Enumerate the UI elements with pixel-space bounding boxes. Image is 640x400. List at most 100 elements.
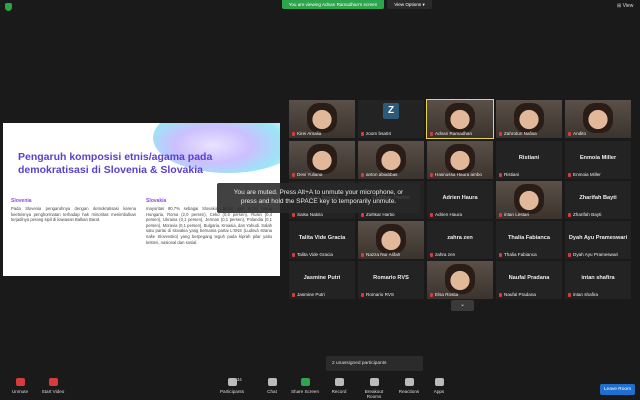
participant-tile[interactable]: zahra zen zahra zen [427,221,493,259]
microphone-muted-icon [292,213,295,217]
participant-name-label: zoom bsa04 [361,131,391,136]
participant-name-label: Elsa Rosita [430,292,458,297]
participant-name-label: Jasmine Putri [292,292,325,297]
microphone-muted-icon [361,293,364,297]
participant-name: Zharifah Bayti [573,212,602,217]
participant-name: Talita Vide Gracia [297,252,333,257]
participant-tile[interactable]: Nazza Nur Alifah [358,221,424,259]
participant-tile[interactable]: Hasnussa Haura ambo [427,141,493,179]
participant-display-name: Adrien Haura [442,195,478,201]
video-off-icon [48,378,58,386]
microphone-muted-icon [499,293,502,297]
participant-name-label: Dyah Ayu Prameswari [568,252,618,257]
breakout-rooms-button[interactable]: Breakout Rooms [357,378,391,399]
participant-name: Naufal Pradana [504,292,536,297]
participant-tile[interactable]: Talita Vide Gracia Talita Vide Gracia [289,221,355,259]
view-button[interactable]: ⊞ View [617,3,633,9]
participant-display-name: Naufal Pradana [508,275,550,281]
participant-tile[interactable]: Jasmine Putri Jasmine Putri [289,261,355,299]
participant-name-label: Ristiani [499,172,519,177]
slide-title: Pengaruh komposisi etnis/agama pada demo… [18,151,213,176]
participant-tile[interactable]: Adnan Ramadhan [426,99,494,139]
participant-tile[interactable]: Thalia Fabianca Thalia Fabianca [496,221,562,259]
microphone-muted-icon [499,132,502,136]
participant-tile[interactable]: Zzoom bsa04 [358,100,424,138]
start-video-button[interactable]: Start Video [36,378,70,394]
slovakia-heading: Slovakia [146,198,167,204]
muted-notification: You are muted. Press Alt+A to unmute you… [217,183,420,213]
participant-tile[interactable]: anton abiabbas [358,141,424,179]
microphone-muted-icon [361,132,364,136]
microphone-muted-icon [430,173,433,177]
participant-name-label: zahra zen [430,252,455,257]
participant-tile[interactable]: Kirei Amalia [289,100,355,138]
microphone-muted-icon [361,253,364,257]
participant-tile[interactable]: Romario RVS Romario RVS [358,261,424,299]
participant-display-name: zahra zen [447,235,473,241]
participant-display-name: Zharifah Bayti [579,195,617,201]
unmute-button[interactable]: Unmute [3,378,37,394]
participant-name: zoom bsa04 [366,131,392,136]
participant-name: Adnan Ramadhan [435,131,473,136]
participant-display-name: Ristiani [518,155,540,161]
participant-tile[interactable]: Enmoia Miller Enmoia Miller [565,141,631,179]
participant-tile[interactable]: Elsa Rosita [427,261,493,299]
participant-tile[interactable]: Adrien Haura Adrien Haura [427,181,493,219]
participant-name: anton abiabbas [366,172,398,177]
microphone-muted-icon [292,173,295,177]
participant-name-label: Devi Yuliana [292,172,322,177]
microphone-muted-icon [430,293,433,297]
participant-name-label: Zahrotun Nafisa [499,131,537,136]
participant-display-name: intan shafira [581,275,615,281]
microphone-muted-icon [361,173,364,177]
participant-name: intan shafira [573,292,599,297]
microphone-muted-icon [499,173,502,177]
participant-name-label: Romario RVS [361,292,394,297]
participant-tile[interactable]: Naufal Pradana Naufal Pradana [496,261,562,299]
participant-name: Kirei Amalia [297,131,322,136]
record-icon [334,378,344,386]
participant-face [445,144,475,174]
participant-tile[interactable]: Zahrotun Nafisa [496,100,562,138]
participant-face [307,144,337,174]
unassigned-participants[interactable]: 2 unassigned participants [326,356,423,371]
microphone-muted-icon [15,378,25,386]
record-button[interactable]: Record [322,378,356,394]
participant-face [583,103,613,133]
next-page-button[interactable]: ⌄ [451,300,474,311]
share-screen-button[interactable]: Share Screen [288,378,322,394]
microphone-muted-icon [499,253,502,257]
top-bar: You are viewing Adnan Ramadhan's screen … [0,0,640,13]
slovenia-heading: Slovenia [11,198,32,204]
participants-button[interactable]: 34 Participants [215,377,249,394]
breakout-rooms-icon [369,378,379,386]
participant-tile[interactable]: intan Lestari [496,181,562,219]
apps-button[interactable]: Apps [422,378,456,394]
chat-button[interactable]: Chat [255,378,289,394]
participant-tile[interactable]: Andito [565,100,631,138]
participant-tile[interactable]: intan shafira intan shafira [565,261,631,299]
microphone-muted-icon [430,253,433,257]
shield-icon[interactable] [5,3,12,11]
leave-room-button[interactable]: Leave Room [600,384,635,395]
participant-display-name: Romario RVS [373,275,409,281]
microphone-muted-icon [568,293,571,297]
participant-display-name: Dyah Ayu Prameswari [568,235,628,241]
reactions-button[interactable]: Reactions [392,378,426,394]
participant-name: zahra zen [435,252,456,257]
participant-tile[interactable]: Zharifah Bayti Zharifah Bayti [565,181,631,219]
avatar: Z [383,103,399,119]
participant-name-label: Kirei Amalia [292,131,321,136]
participant-display-name: Talita Vide Gracia [298,235,346,241]
participant-tile[interactable]: Dyah Ayu Prameswari Dyah Ayu Prameswari [565,221,631,259]
microphone-muted-icon [361,213,364,217]
bottom-toolbar: Unmute Start Video 34 Participants Chat S… [0,376,640,400]
microphone-muted-icon [568,213,571,217]
view-options-button[interactable]: View Options ▾ [387,0,432,9]
participant-name: Romario RVS [366,292,394,297]
microphone-muted-icon [430,213,433,217]
participant-tile[interactable]: Devi Yuliana [289,141,355,179]
participant-name: Adrien Haura [435,212,463,217]
participant-name: Nazza Nur Alifah [366,252,401,257]
participant-tile[interactable]: Ristiani Ristiani [496,141,562,179]
